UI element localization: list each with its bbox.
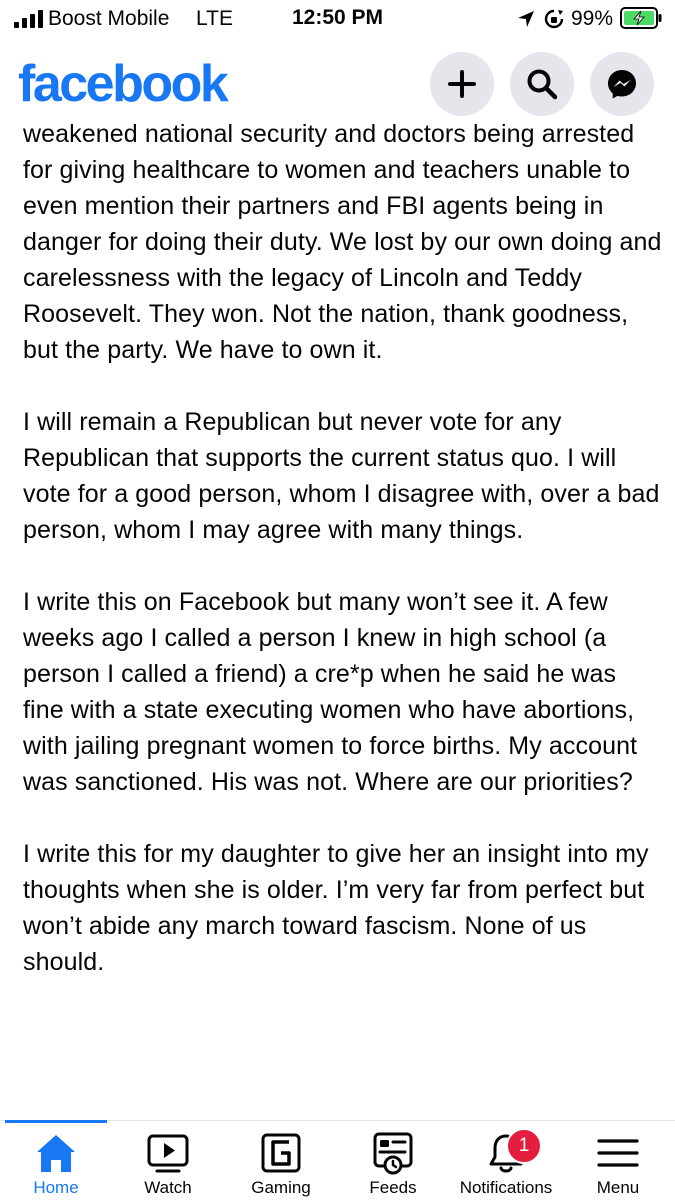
tab-notifications[interactable]: Notifications — [450, 1121, 562, 1201]
post-paragraph: I will remain a Republican but never vot… — [23, 408, 660, 544]
messenger-icon — [608, 70, 636, 99]
tab-watch[interactable]: Watch — [112, 1121, 224, 1201]
bottom-tab-bar: Home Watch Gaming Feeds Notifications Me… — [0, 1120, 675, 1201]
facebook-logo[interactable]: facebook — [18, 54, 229, 114]
create-button[interactable] — [430, 52, 494, 116]
search-icon — [527, 69, 558, 100]
rotation-lock-icon — [544, 9, 564, 29]
notifications-badge: 1 — [506, 1128, 542, 1164]
network-type: LTE — [196, 7, 233, 30]
tab-label: Feeds — [369, 1178, 417, 1197]
post-body: weakened national security and doctors b… — [23, 116, 663, 1101]
carrier-name: Boost Mobile — [48, 7, 170, 30]
menu-icon — [597, 1139, 639, 1167]
feeds-icon — [373, 1132, 413, 1175]
tab-menu[interactable]: Menu — [562, 1121, 674, 1201]
watch-icon — [147, 1134, 189, 1173]
battery-percent: 99% — [571, 7, 614, 30]
tab-label: Menu — [596, 1178, 640, 1197]
home-icon — [37, 1135, 75, 1172]
app-header: facebook — [0, 40, 675, 125]
tab-label: Notifications — [459, 1178, 553, 1197]
signal-icon — [14, 10, 43, 28]
post-paragraph: I write this for my daughter to give her… — [23, 840, 649, 976]
post-paragraph: weakened national security and doctors b… — [23, 120, 662, 364]
tab-gaming[interactable]: Gaming — [225, 1121, 337, 1201]
tab-home[interactable]: Home — [0, 1121, 112, 1201]
tab-label: Home — [33, 1178, 79, 1197]
battery-icon — [620, 7, 662, 29]
plus-icon — [448, 70, 476, 98]
search-button[interactable] — [510, 52, 574, 116]
messenger-button[interactable] — [590, 52, 654, 116]
location-arrow-icon — [518, 11, 534, 27]
gaming-icon — [261, 1133, 301, 1173]
status-bar: Boost Mobile LTE 12:50 PM 99% — [0, 0, 675, 40]
tab-feeds[interactable]: Feeds — [337, 1121, 449, 1201]
post-paragraph: I write this on Facebook but many won’t … — [23, 588, 638, 796]
tab-label: Watch — [144, 1178, 192, 1197]
tab-label: Gaming — [251, 1178, 311, 1197]
